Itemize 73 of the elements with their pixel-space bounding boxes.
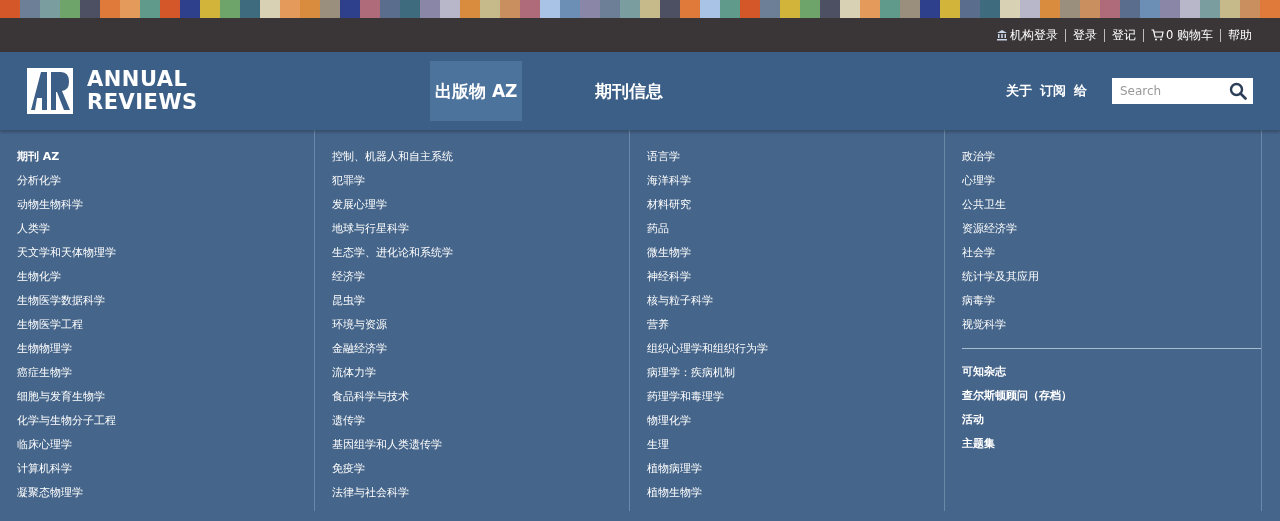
menu-item[interactable]: 基因组学和人类遗传学: [332, 438, 629, 462]
menu-item[interactable]: 人类学: [17, 222, 314, 246]
menu-item[interactable]: 天文学和天体物理学: [17, 246, 314, 270]
menu-item[interactable]: 统计学及其应用: [962, 270, 1261, 294]
cart-icon: [1151, 29, 1164, 41]
menu-item[interactable]: 流体力学: [332, 366, 629, 390]
menu-item[interactable]: 病毒学: [962, 294, 1261, 318]
menu-item[interactable]: 法律与社会科学: [332, 486, 629, 510]
menu-item[interactable]: 遗传学: [332, 414, 629, 438]
nav-link[interactable]: 订阅: [1040, 82, 1066, 100]
menu-item[interactable]: 营养: [647, 318, 944, 342]
menu-item[interactable]: 期刊 AZ: [17, 150, 314, 174]
menu-item[interactable]: 查尔斯顿顾问（存档）: [962, 389, 1261, 413]
menu-item[interactable]: 凝聚态物理学: [17, 486, 314, 510]
top-link[interactable]: 登记: [1112, 26, 1136, 44]
top-link[interactable]: 0 购物车: [1151, 27, 1213, 43]
menu-item[interactable]: 金融经济学: [332, 342, 629, 366]
menu-item[interactable]: 癌症生物学: [17, 366, 314, 390]
menu-item[interactable]: 植物病理学: [647, 462, 944, 486]
menu-item[interactable]: 分析化学: [17, 174, 314, 198]
menu-item[interactable]: 材料研究: [647, 198, 944, 222]
menu-item[interactable]: 地球与行星科学: [332, 222, 629, 246]
menu-item[interactable]: 组织心理学和组织行为学: [647, 342, 944, 366]
top-link[interactable]: 机构登录: [996, 26, 1058, 44]
nav-tab[interactable]: 期刊信息: [590, 61, 669, 121]
menu-item[interactable]: 免疫学: [332, 462, 629, 486]
top-link[interactable]: 登录: [1073, 26, 1097, 44]
menu-item[interactable]: 控制、机器人和自主系统: [332, 150, 629, 174]
menu-item[interactable]: 食品科学与技术: [332, 390, 629, 414]
menu-item[interactable]: 可知杂志: [962, 365, 1261, 389]
top-link[interactable]: 帮助: [1228, 26, 1252, 44]
menu-item[interactable]: 细胞与发育生物学: [17, 390, 314, 414]
menu-item[interactable]: 犯罪学: [332, 174, 629, 198]
logo-wordmark[interactable]: ANNUAL REVIEWS: [87, 68, 198, 114]
menu-item[interactable]: 主题集: [962, 437, 1261, 461]
logo-icon: [27, 68, 73, 114]
search-field[interactable]: Search: [1112, 78, 1253, 104]
menu-item[interactable]: 视觉科学: [962, 318, 1261, 342]
menu-item[interactable]: 药理学和毒理学: [647, 390, 944, 414]
menu-item[interactable]: 微生物学: [647, 246, 944, 270]
menu-item[interactable]: 活动: [962, 413, 1261, 437]
menu-item[interactable]: 临床心理学: [17, 438, 314, 462]
menu-item[interactable]: 物理化学: [647, 414, 944, 438]
menu-item[interactable]: 药品: [647, 222, 944, 246]
menu-item[interactable]: 生理: [647, 438, 944, 462]
menu-item[interactable]: 环境与资源: [332, 318, 629, 342]
menu-item[interactable]: 生物医学数据科学: [17, 294, 314, 318]
menu-item[interactable]: 经济学: [332, 270, 629, 294]
menu-item[interactable]: 发展心理学: [332, 198, 629, 222]
search-icon[interactable]: [1229, 82, 1247, 100]
menu-item[interactable]: 生态学、进化论和系统学: [332, 246, 629, 270]
menu-item[interactable]: 海洋科学: [647, 174, 944, 198]
bank-icon: [996, 29, 1008, 41]
menu-item[interactable]: 生物物理学: [17, 342, 314, 366]
nav-link[interactable]: 给: [1074, 82, 1087, 100]
menu-item[interactable]: 植物生物学: [647, 486, 944, 510]
menu-item[interactable]: 社会学: [962, 246, 1261, 270]
menu-item[interactable]: 计算机科学: [17, 462, 314, 486]
menu-item[interactable]: 昆虫学: [332, 294, 629, 318]
menu-item[interactable]: 神经科学: [647, 270, 944, 294]
menu-item[interactable]: 心理学: [962, 174, 1261, 198]
menu-item[interactable]: 资源经济学: [962, 222, 1261, 246]
menu-item[interactable]: 病理学：疾病机制: [647, 366, 944, 390]
menu-item[interactable]: 政治学: [962, 150, 1261, 174]
menu-item[interactable]: 公共卫生: [962, 198, 1261, 222]
menu-item[interactable]: 生物化学: [17, 270, 314, 294]
menu-item[interactable]: 动物生物科学: [17, 198, 314, 222]
menu-item[interactable]: 生物医学工程: [17, 318, 314, 342]
nav-link[interactable]: 关于: [1006, 82, 1032, 100]
menu-item[interactable]: 化学与生物分子工程: [17, 414, 314, 438]
menu-item[interactable]: 核与粒子科学: [647, 294, 944, 318]
nav-tab[interactable]: 出版物 AZ: [430, 61, 523, 121]
menu-item[interactable]: 语言学: [647, 150, 944, 174]
